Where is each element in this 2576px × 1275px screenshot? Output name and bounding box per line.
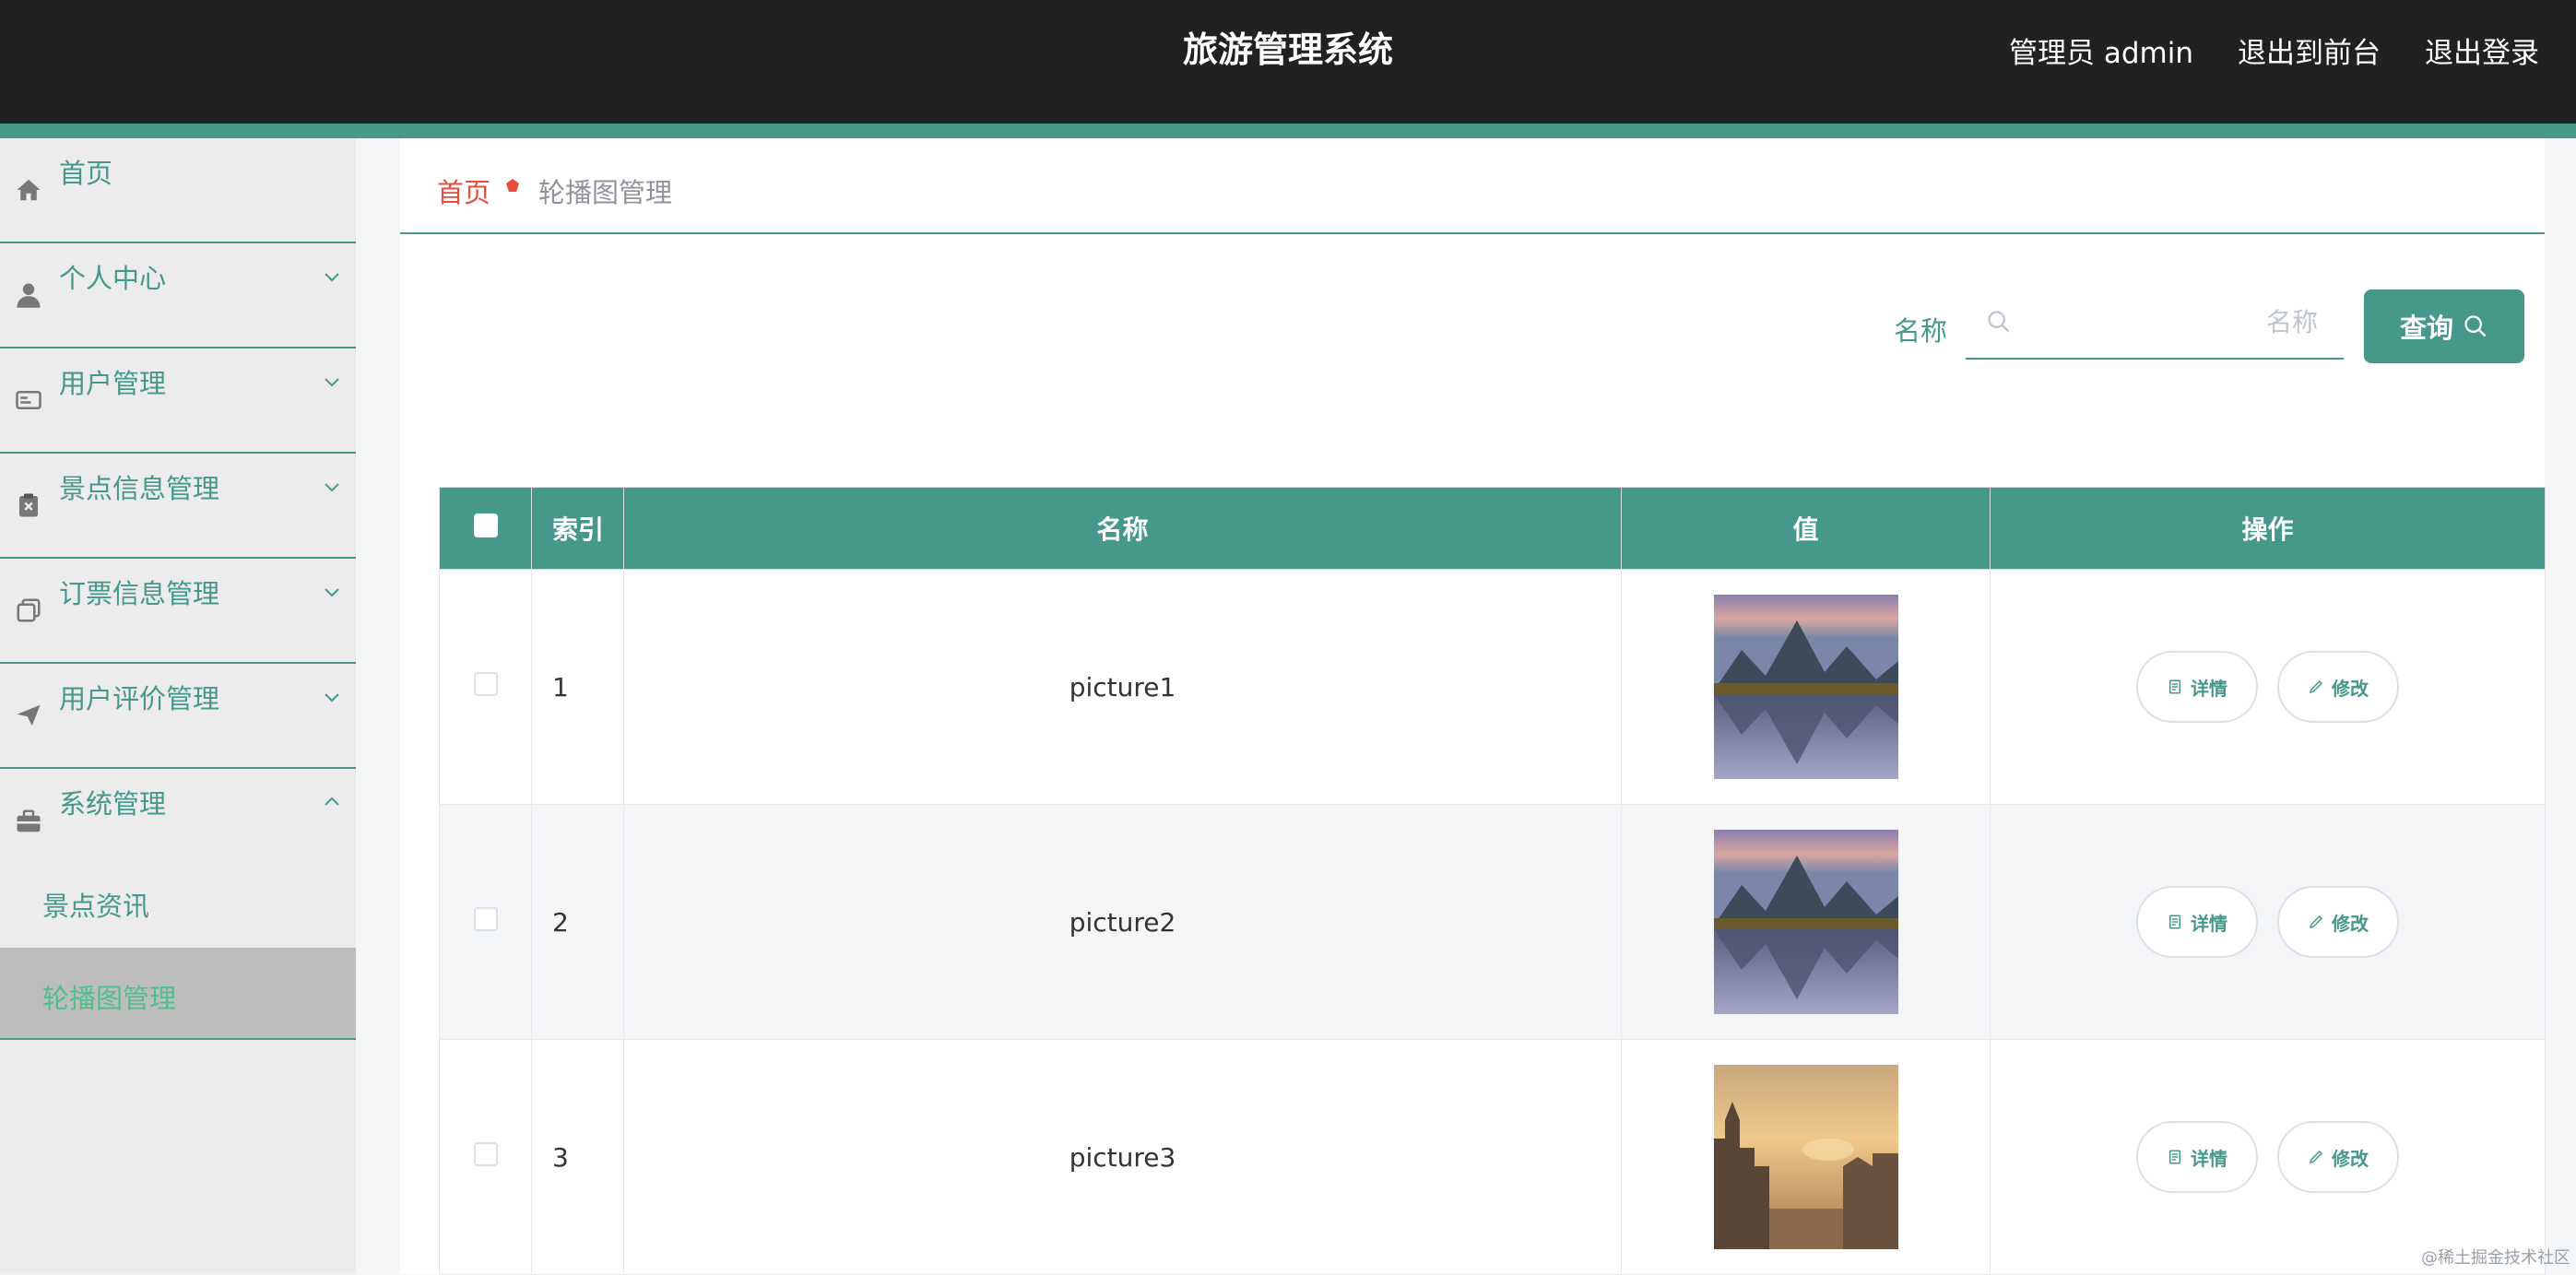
breadcrumb-separator-icon [506,179,519,192]
header-accent-bar [0,124,2576,138]
edit-button-label: 修改 [2331,912,2369,935]
chevron-down-icon [325,588,339,597]
sidebar-item-label: 订票信息管理 [59,578,220,609]
admin-user-label[interactable]: 管理员 admin [2009,30,2193,71]
row-index: 3 [531,1039,624,1275]
edit-button[interactable]: 修改 [2276,886,2399,958]
sidebar-item-home[interactable]: 首页 [0,138,356,243]
chevron-up-icon [325,797,339,806]
header-value[interactable]: 值 [1621,487,1991,570]
table-row: 2 picture2 详情 修改 [439,804,2546,1040]
detail-button[interactable]: 详情 [2136,651,2259,723]
row-checkbox[interactable] [473,671,498,696]
copy-icon [13,559,44,662]
sidebar-item-attractions[interactable]: 景点信息管理 [0,454,356,559]
breadcrumb-current: 轮播图管理 [538,177,673,208]
edit-pencil-icon [2309,915,2323,929]
sidebar-item-label: 首页 [59,158,113,189]
sidebar-item-tickets[interactable]: 订票信息管理 [0,559,356,664]
exit-to-front-link[interactable]: 退出到前台 [2238,30,2381,71]
document-icon [2169,679,2181,694]
row-select-cell [439,1039,532,1275]
table-row: 1 picture1 详情 修改 [439,569,2546,805]
search-button[interactable]: 查询 [2364,289,2524,363]
breadcrumb: 首页 轮播图管理 [400,138,2545,234]
row-actions: 详情 修改 [1990,1039,2546,1275]
row-actions: 详情 修改 [1990,804,2546,1040]
chevron-down-icon [325,378,339,387]
select-all-cell [439,487,532,570]
send-icon [13,664,44,767]
row-checkbox[interactable] [473,906,498,931]
detail-button[interactable]: 详情 [2136,1121,2259,1193]
search-icon [2464,315,2487,337]
sidebar-item-label: 用户管理 [59,368,167,399]
user-icon [13,243,44,347]
search-box [1966,286,2344,360]
search-input[interactable] [2021,295,2320,348]
row-actions: 详情 修改 [1990,569,2546,805]
chevron-down-icon [325,273,339,282]
edit-pencil-icon [2309,1150,2323,1164]
mountain-lake-image[interactable] [1713,830,1898,1014]
sidebar-item-profile[interactable]: 个人中心 [0,243,356,348]
search-label: 名称 [1894,315,1948,347]
header-index[interactable]: 索引 [531,487,624,570]
detail-button[interactable]: 详情 [2136,886,2259,958]
sidebar-item-label: 用户评价管理 [59,683,220,714]
sidebar-subitem-news[interactable]: 景点资讯 [0,856,356,948]
sidebar-item-reviews[interactable]: 用户评价管理 [0,664,356,769]
sidebar-item-label: 个人中心 [59,263,167,294]
row-select-cell [439,569,532,805]
table-header-row: 索引 名称 值 操作 [439,487,2546,570]
sidebar-item-label: 景点信息管理 [59,473,220,504]
document-icon [2169,915,2181,929]
sunset-town-image[interactable] [1713,1065,1898,1249]
sidebar-item-label: 系统管理 [59,788,167,820]
row-index: 1 [531,569,624,805]
edit-button[interactable]: 修改 [2276,1121,2399,1193]
table-row: 3 picture3 详情 修改 [439,1039,2546,1275]
sidebar-subitem-carousel[interactable]: 轮播图管理 [0,948,356,1040]
search-button-label: 查询 [2399,313,2453,344]
detail-button-label: 详情 [2191,677,2228,700]
clipboard-icon [13,454,44,557]
watermark: @稀土掘金技术社区 [2421,1248,2570,1268]
chevron-down-icon [325,483,339,492]
search-icon [1988,311,2010,333]
breadcrumb-home[interactable]: 首页 [437,171,490,210]
data-table: 索引 名称 值 操作 1 picture1 详情 修改 2 picture2 详… [439,487,2546,1275]
row-select-cell [439,804,532,1040]
edit-button-label: 修改 [2331,677,2369,700]
row-value-cell [1621,1039,1991,1275]
document-icon [2169,1150,2181,1164]
edit-pencil-icon [2309,679,2323,694]
mountain-lake-image[interactable] [1713,595,1898,779]
row-index: 2 [531,804,624,1040]
row-name: picture1 [623,569,1622,805]
sidebar-subitem-label: 轮播图管理 [42,983,177,1014]
chevron-down-icon [325,693,339,702]
sidebar-subitem-label: 景点资讯 [42,891,150,922]
row-value-cell [1621,569,1991,805]
main-content: 首页 轮播图管理 名称 查询 索引 名称 值 操作 1 pic [400,138,2546,1275]
logout-link[interactable]: 退出登录 [2425,30,2539,71]
header-actions: 操作 [1990,487,2546,570]
row-name: picture3 [623,1039,1622,1275]
row-checkbox[interactable] [473,1141,498,1166]
header-actions: 管理员 admin 退出到前台 退出登录 [1965,0,2539,100]
sidebar-item-users[interactable]: 用户管理 [0,348,356,454]
edit-button[interactable]: 修改 [2276,651,2399,723]
row-value-cell [1621,804,1991,1040]
top-header: 旅游管理系统 管理员 admin 退出到前台 退出登录 [0,0,2576,124]
detail-button-label: 详情 [2191,1147,2228,1170]
header-name[interactable]: 名称 [623,487,1622,570]
edit-button-label: 修改 [2331,1147,2369,1170]
id-card-icon [13,348,44,452]
home-icon [13,138,44,242]
select-all-checkbox[interactable] [473,513,498,537]
row-name: picture2 [623,804,1622,1040]
sidebar: 首页 个人中心 用户管理 景点信息管理 订票信息管理 用户评价管理 系统管理 景… [0,138,356,1274]
detail-button-label: 详情 [2191,912,2228,935]
